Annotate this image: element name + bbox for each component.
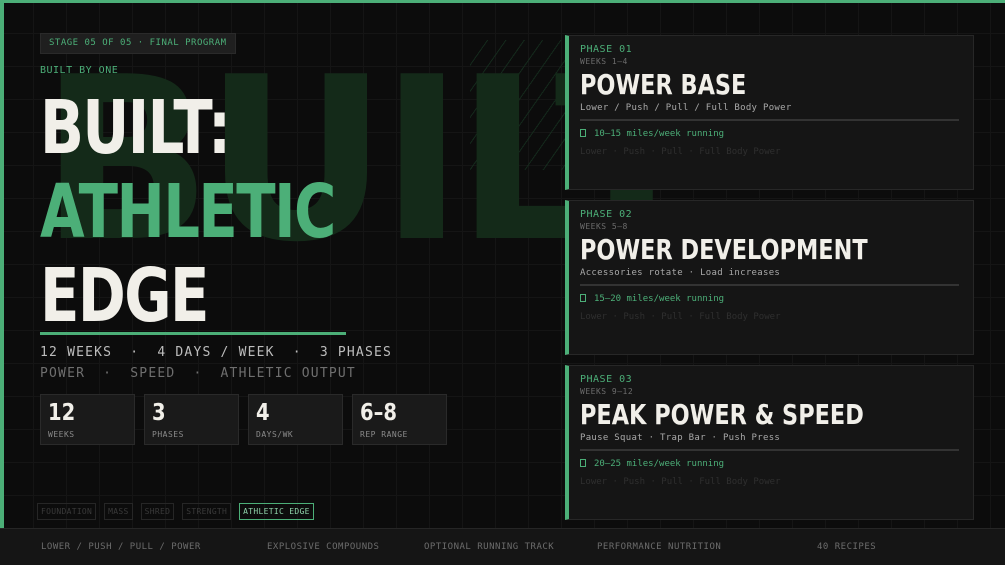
stage-chip-foundation[interactable]: FOUNDATION — [37, 503, 97, 520]
hero-title-line-2: ATHLETIC — [40, 169, 336, 255]
running-target: 20–25 miles/week running — [580, 458, 973, 470]
stage-indicator: STAGE 05 OF 05 · FINAL PROGRAM — [40, 33, 236, 54]
hero-title-line-3: EDGE — [40, 253, 209, 339]
phase-days: Lower · Push · Pull · Full Body Power — [580, 477, 781, 487]
phase-card-2: PHASE 02 WEEKS 5–8 POWER DEVELOPMENT Acc… — [565, 200, 974, 355]
phase-card-3: PHASE 03 WEEKS 9–12 PEAK POWER & SPEED P… — [565, 365, 974, 520]
phase-name: POWER BASE — [580, 68, 747, 101]
phase-split: Pause Squat · Trap Bar · Push Press — [580, 433, 781, 443]
stage-nav: FOUNDATION MASS SHRED STRENGTH ATHLETIC … — [37, 503, 314, 520]
footer-item-running: OPTIONAL RUNNING TRACK — [424, 542, 555, 552]
stage-chip-shred[interactable]: SHRED — [140, 503, 175, 520]
stat-phases: 3 PHASES — [144, 394, 239, 445]
stage-chip-athletic-edge[interactable]: ATHLETIC EDGE — [239, 503, 314, 520]
stage-chip-mass[interactable]: MASS — [104, 503, 133, 520]
phase-name: POWER DEVELOPMENT — [580, 233, 868, 266]
footer-item-nutrition: PERFORMANCE NUTRITION — [597, 542, 722, 552]
stat-days: 4 DAYS/WK — [248, 394, 343, 445]
phase-split: Lower / Push / Pull / Full Body Power — [580, 103, 792, 113]
footer-item-compounds: EXPLOSIVE COMPOUNDS — [267, 542, 380, 552]
title-underline — [40, 332, 346, 335]
phase-weeks: WEEKS 5–8 — [580, 222, 628, 231]
stage-chip-strength[interactable]: STRENGTH — [182, 503, 232, 520]
hero-title-line-1: BUILT: — [40, 85, 231, 171]
phase-split: Accessories rotate · Load increases — [580, 268, 781, 278]
stat-rep-range: 6–8 REP RANGE — [352, 394, 447, 445]
phase-number: PHASE 01 — [580, 44, 633, 55]
running-text: 15–20 miles/week running — [594, 294, 725, 304]
phase-days: Lower · Push · Pull · Full Body Power — [580, 147, 781, 157]
stat-value: 6–8 — [360, 400, 397, 426]
phase-card-1: PHASE 01 WEEKS 1–4 POWER BASE Lower / Pu… — [565, 35, 974, 190]
stats-row: 12 WEEKS 3 PHASES 4 DAYS/WK 6–8 REP RANG… — [40, 394, 447, 445]
phase-days: Lower · Push · Pull · Full Body Power — [580, 312, 781, 322]
running-icon — [580, 459, 586, 467]
phase-name: PEAK POWER & SPEED — [580, 398, 864, 431]
divider — [580, 284, 959, 286]
stat-value: 3 — [152, 400, 166, 426]
top-accent-bar — [0, 0, 1005, 3]
stat-weeks: 12 WEEKS — [40, 394, 135, 445]
running-text: 20–25 miles/week running — [594, 459, 725, 469]
stat-value: 4 — [256, 400, 270, 426]
left-accent-bar — [0, 0, 4, 528]
running-icon — [580, 129, 586, 137]
stat-label: DAYS/WK — [256, 430, 294, 439]
phase-weeks: WEEKS 1–4 — [580, 57, 628, 66]
running-text: 10–15 miles/week running — [594, 129, 725, 139]
program-meta: 12 WEEKS · 4 DAYS / WEEK · 3 PHASES — [40, 345, 393, 360]
stat-label: PHASES — [152, 430, 184, 439]
stat-label: WEEKS — [48, 430, 75, 439]
footer-item-split: LOWER / PUSH / PULL / POWER — [41, 542, 201, 552]
phase-number: PHASE 03 — [580, 374, 633, 385]
footer-bar: LOWER / PUSH / PULL / POWER EXPLOSIVE CO… — [0, 528, 1005, 565]
running-icon — [580, 294, 586, 302]
stat-label: REP RANGE — [360, 430, 408, 439]
divider — [580, 119, 959, 121]
divider — [580, 449, 959, 451]
stat-value: 12 — [48, 400, 76, 426]
built-by-label: BUILT BY ONE — [40, 65, 119, 76]
phase-number: PHASE 02 — [580, 209, 633, 220]
running-target: 10–15 miles/week running — [580, 128, 973, 140]
footer-item-recipes: 40 RECIPES — [817, 542, 877, 552]
phase-weeks: WEEKS 9–12 — [580, 387, 634, 396]
running-target: 15–20 miles/week running — [580, 293, 973, 305]
program-focus: POWER · SPEED · ATHLETIC OUTPUT — [40, 366, 356, 381]
